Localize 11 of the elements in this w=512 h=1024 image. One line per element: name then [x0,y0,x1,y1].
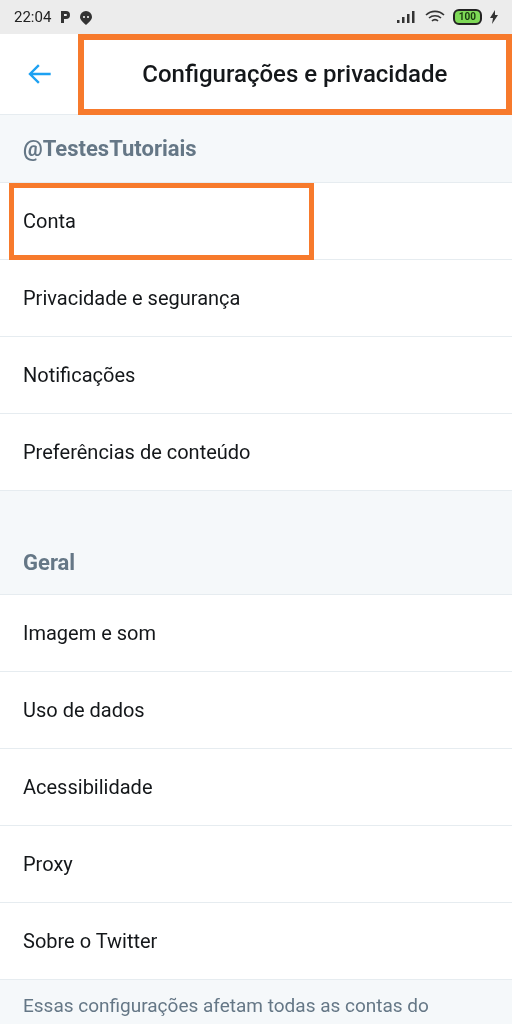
wifi-icon [424,10,445,24]
parking-icon [59,10,72,24]
back-arrow-icon[interactable] [28,63,52,85]
charging-icon [490,10,498,24]
chat-bubble-icon [79,9,94,25]
battery-icon: 100 [452,9,482,25]
status-time: 22:04 [14,6,52,28]
page-title: Configurações e privacidade [77,33,512,115]
footer-note: Essas configurações afetam todas as contas do [22,993,430,1018]
settings-item[interactable]: Conta [9,182,314,260]
signal-icon [396,11,417,23]
